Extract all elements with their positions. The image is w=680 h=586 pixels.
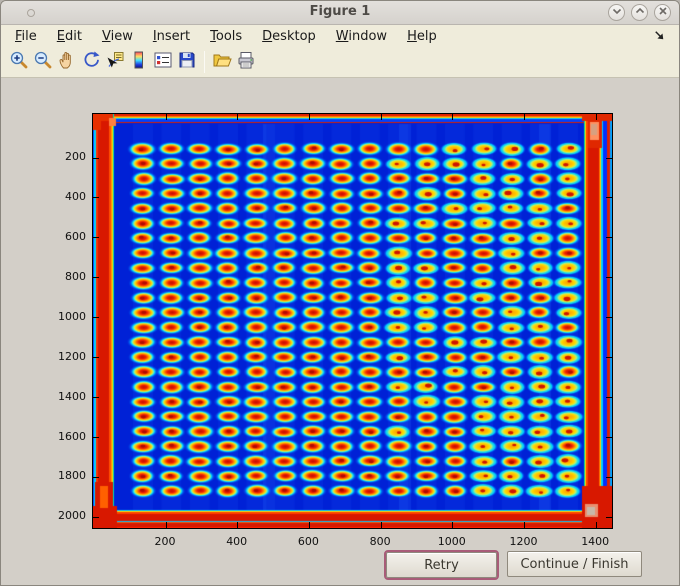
print-figure-icon bbox=[236, 50, 256, 74]
plate-image bbox=[93, 114, 612, 528]
x-tick-label: 1200 bbox=[509, 535, 538, 548]
menu-item-file[interactable]: File bbox=[5, 28, 47, 45]
menu-item-desktop[interactable]: Desktop bbox=[252, 28, 326, 45]
pan-button[interactable] bbox=[55, 49, 79, 75]
menubar: File Edit View Insert Tools Desktop Window Help bbox=[1, 25, 679, 47]
y-tick-label: 1200 bbox=[58, 349, 86, 363]
menu-item-window[interactable]: Window bbox=[326, 28, 397, 45]
toolbar-separator bbox=[204, 51, 205, 73]
x-tick-label: 800 bbox=[369, 535, 391, 548]
save-figure-button[interactable] bbox=[175, 49, 199, 75]
y-tick-label: 600 bbox=[65, 229, 86, 243]
data-cursor-button[interactable] bbox=[103, 49, 127, 75]
y-tick-label: 1800 bbox=[58, 469, 86, 483]
insert-colorbar-button[interactable] bbox=[127, 49, 151, 75]
toolbar bbox=[1, 47, 679, 78]
retry-button[interactable]: Retry bbox=[384, 550, 499, 580]
zoom-out-icon bbox=[33, 50, 53, 74]
y-tick-label: 800 bbox=[65, 269, 86, 283]
titlebar: Figure 1 bbox=[1, 1, 679, 25]
menu-item-tools[interactable]: Tools bbox=[200, 28, 252, 45]
dock-arrow-icon[interactable] bbox=[652, 28, 667, 47]
insert-colorbar-icon bbox=[129, 50, 149, 74]
insert-legend-button[interactable] bbox=[151, 49, 175, 75]
y-tick-label: 2000 bbox=[58, 509, 86, 523]
save-figure-icon bbox=[177, 50, 197, 74]
chevron-down-button[interactable] bbox=[608, 4, 625, 21]
menu-item-insert[interactable]: Insert bbox=[143, 28, 200, 45]
chevron-up-button[interactable] bbox=[631, 4, 648, 21]
x-tick-label: 1400 bbox=[581, 535, 610, 548]
menu-item-view[interactable]: View bbox=[92, 28, 143, 45]
menu-item-edit[interactable]: Edit bbox=[47, 28, 92, 45]
y-tick-label: 1400 bbox=[58, 389, 86, 403]
close-icon bbox=[655, 3, 671, 23]
x-tick-label: 600 bbox=[297, 535, 319, 548]
insert-legend-icon bbox=[153, 50, 173, 74]
y-tick-label: 200 bbox=[65, 150, 86, 163]
open-file-button[interactable] bbox=[210, 49, 234, 75]
y-tick-label: 1000 bbox=[58, 309, 86, 323]
window-title: Figure 1 bbox=[309, 4, 371, 19]
zoom-in-button[interactable] bbox=[7, 49, 31, 75]
titlebar-controls bbox=[608, 4, 671, 21]
x-tick-label: 200 bbox=[154, 535, 176, 548]
y-tick-label: 400 bbox=[65, 189, 86, 203]
y-tick-label: 1600 bbox=[58, 429, 86, 443]
chevron-up-icon bbox=[632, 3, 648, 23]
open-file-icon bbox=[212, 50, 232, 74]
x-tick-label: 400 bbox=[226, 535, 248, 548]
figure-area: 200 400 600 800 1000 1200 1400 200 400 600 800 1000… bbox=[1, 78, 679, 585]
close-button[interactable] bbox=[654, 4, 671, 21]
menu-item-help[interactable]: Help bbox=[397, 28, 447, 45]
zoom-in-icon bbox=[9, 50, 29, 74]
pan-icon bbox=[57, 50, 77, 74]
chevron-down-icon bbox=[609, 3, 625, 23]
x-tick-label: 1000 bbox=[437, 535, 466, 548]
rotate-3d-icon bbox=[81, 50, 101, 74]
figure-window: Figure 1 File Edit View Insert Tools Desktop W… bbox=[0, 0, 680, 586]
zoom-out-button[interactable] bbox=[31, 49, 55, 75]
continue-finish-button[interactable]: Continue / Finish bbox=[507, 551, 642, 577]
rotate-3d-button[interactable] bbox=[79, 49, 103, 75]
print-figure-button[interactable] bbox=[234, 49, 258, 75]
plot-axes bbox=[92, 113, 613, 529]
data-cursor-icon bbox=[105, 50, 125, 74]
